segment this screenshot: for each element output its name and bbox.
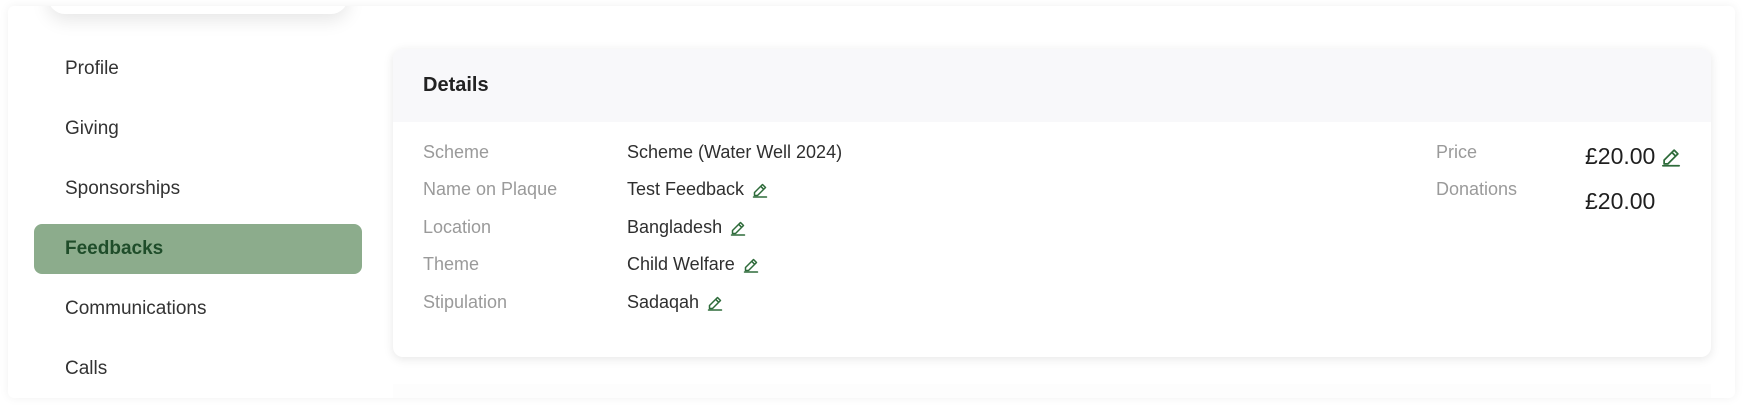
header-shadow: [48, 6, 348, 14]
details-card: Details Scheme Name on Plaque Location T…: [393, 49, 1711, 357]
sidebar-item-label: Calls: [65, 358, 108, 379]
price-value: £20.00: [1585, 143, 1656, 169]
scheme-label: Scheme: [423, 142, 490, 162]
edit-price-icon[interactable]: [1661, 147, 1681, 167]
location-value: Bangladesh: [627, 217, 723, 237]
edit-plaque-icon[interactable]: [752, 182, 768, 198]
scheme-value: Scheme (Water Well 2024): [627, 142, 843, 162]
sidebar-item-feedbacks[interactable]: Feedbacks: [34, 224, 362, 274]
edit-stipulation-icon[interactable]: [707, 295, 723, 311]
sidebar-item-communications[interactable]: Communications: [34, 284, 362, 334]
edit-location-icon[interactable]: [730, 220, 746, 236]
sidebar-item-profile[interactable]: Profile: [34, 44, 362, 94]
sidebar-item-label: Profile: [65, 58, 119, 79]
location-label: Location: [423, 217, 492, 237]
plaque-label: Name on Plaque: [423, 179, 558, 199]
stipulation-label: Stipulation: [423, 292, 508, 312]
theme-value-row: Child Welfare: [627, 254, 759, 275]
details-title: Details: [423, 74, 489, 96]
page-container: Profile Giving Sponsorships Feedbacks Co…: [8, 6, 1735, 398]
sidebar-item-sponsorships[interactable]: Sponsorships: [34, 164, 362, 214]
sidebar-item-label: Sponsorships: [65, 178, 181, 199]
donations-label: Donations: [1436, 179, 1518, 199]
scheme-value-row: Scheme (Water Well 2024): [627, 142, 842, 163]
price-label: Price: [1436, 142, 1478, 162]
sidebar-item-label: Communications: [65, 298, 207, 319]
sidebar-item-giving[interactable]: Giving: [34, 104, 362, 154]
donations-value: £20.00: [1585, 188, 1656, 214]
donations-value-row: £20.00: [1585, 188, 1655, 215]
plaque-value: Test Feedback: [627, 179, 745, 199]
theme-value: Child Welfare: [627, 254, 735, 274]
edit-theme-icon[interactable]: [743, 257, 759, 273]
sidebar-item-calls[interactable]: Calls: [34, 344, 362, 394]
details-header: Details: [393, 49, 1711, 122]
theme-label: Theme: [423, 254, 480, 274]
next-card-edge: [393, 384, 1711, 398]
stipulation-value-row: Sadaqah: [627, 292, 723, 313]
sidebar: Profile Giving Sponsorships Feedbacks Co…: [34, 44, 362, 398]
sidebar-item-label: Giving: [65, 118, 119, 139]
location-value-row: Bangladesh: [627, 217, 746, 238]
stipulation-value: Sadaqah: [627, 292, 700, 312]
price-value-row: £20.00: [1585, 143, 1681, 170]
sidebar-item-label: Feedbacks: [65, 238, 164, 259]
plaque-value-row: Test Feedback: [627, 179, 768, 200]
